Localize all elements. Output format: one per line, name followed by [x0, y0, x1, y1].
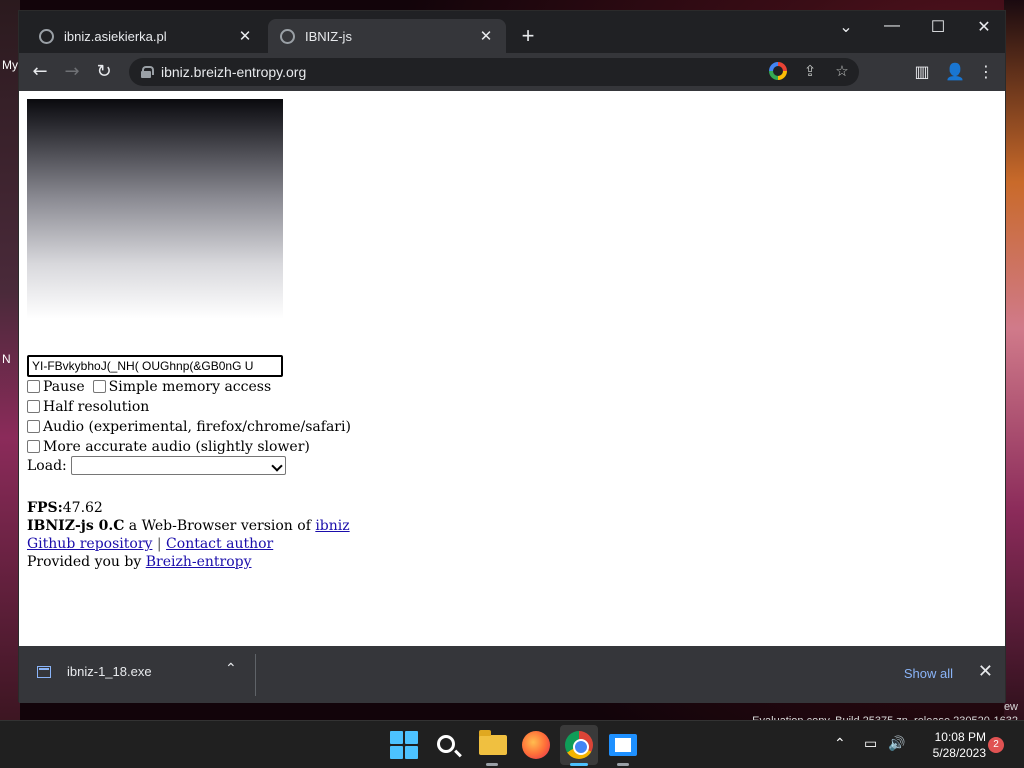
tab-search-icon[interactable]: ⌄	[832, 17, 860, 37]
browser-toolbar: ← → ↻ ibniz.breizh-entropy.org ⇪ ☆ ▥ 👤 ⋮	[19, 53, 1005, 91]
url-text[interactable]: ibniz.breizh-entropy.org	[161, 64, 306, 80]
tab-ibniz-asiekierka[interactable]: ibniz.asiekierka.pl ✕	[27, 19, 265, 53]
profile-icon[interactable]: 👤	[945, 61, 965, 83]
network-icon[interactable]: ▭	[864, 735, 877, 752]
code-input[interactable]: YI-FBvkybhoJ(_NH( OUGhnp(&GB0nG U	[27, 355, 283, 377]
close-icon[interactable]: ✕	[237, 27, 253, 45]
lock-icon[interactable]	[141, 66, 154, 78]
executable-file-icon	[37, 665, 51, 678]
clock[interactable]: 10:08 PM 5/28/2023	[916, 729, 986, 761]
contact-author-link[interactable]: Contact author	[166, 536, 273, 552]
bookmark-star-icon[interactable]: ☆	[833, 62, 851, 82]
notification-badge[interactable]: 2	[988, 737, 1004, 753]
globe-icon	[39, 28, 54, 44]
accurate-audio-checkbox[interactable]	[27, 439, 40, 453]
globe-icon	[280, 28, 295, 44]
desktop-icon-label[interactable]: My	[2, 58, 18, 72]
active-indicator	[570, 763, 588, 766]
title-line: IBNIZ-js 0.C a Web-Browser version of ib…	[27, 518, 350, 534]
tray-overflow-icon[interactable]: ⌃	[834, 735, 846, 752]
simple-memory-label: Simple memory access	[108, 379, 272, 395]
forward-button[interactable]: →	[59, 59, 85, 85]
file-explorer-icon[interactable]	[479, 730, 507, 755]
close-icon[interactable]: ✕	[478, 27, 494, 45]
downloads-bar: ibniz-1_18.exe ⌃ Show all ✕	[19, 646, 1005, 703]
download-filename: ibniz-1_18.exe	[67, 664, 152, 679]
half-resolution-checkbox[interactable]	[27, 399, 40, 413]
options-row-1: Pause Simple memory access	[27, 379, 271, 395]
running-indicator	[617, 763, 629, 766]
running-indicator	[486, 763, 498, 766]
app-title: IBNIZ-js 0.C	[27, 518, 125, 534]
menu-icon[interactable]: ⋮	[977, 61, 995, 83]
toolbar-actions: ▥ 👤 ⋮	[913, 61, 995, 83]
desktop-wallpaper-right	[1004, 0, 1024, 730]
app-subtitle: a Web-Browser version of	[124, 518, 316, 534]
accurate-audio-label: More accurate audio (slightly slower)	[43, 439, 310, 455]
back-button[interactable]: ←	[27, 59, 53, 85]
new-tab-button[interactable]: +	[514, 23, 542, 49]
maximize-button[interactable]: ☐	[924, 17, 952, 37]
tab-ibniz-js[interactable]: IBNIZ-js ✕	[268, 19, 506, 53]
close-window-button[interactable]: ✕	[970, 17, 998, 37]
audio-label: Audio (experimental, firefox/chrome/safa…	[43, 419, 351, 435]
breizh-entropy-link[interactable]: Breizh-entropy	[146, 554, 252, 570]
divider	[255, 654, 256, 696]
reload-button[interactable]: ↻	[91, 59, 117, 85]
app-icon[interactable]	[609, 734, 637, 756]
browser-window: ibniz.asiekierka.pl ✕ IBNIZ-js ✕ + ⌄ — ☐…	[18, 10, 1006, 703]
chrome-icon[interactable]	[565, 731, 593, 759]
options-row-2: Half resolution	[27, 399, 149, 415]
address-bar[interactable]: ibniz.breizh-entropy.org ⇪ ☆	[129, 58, 859, 86]
simple-memory-checkbox[interactable]	[92, 379, 106, 393]
tab-title: IBNIZ-js	[305, 28, 352, 44]
minimize-button[interactable]: —	[878, 17, 906, 35]
page-content: YI-FBvkybhoJ(_NH( OUGhnp(&GB0nG U Pause …	[19, 91, 1005, 646]
ibniz-link[interactable]: ibniz	[315, 518, 349, 534]
audio-checkbox[interactable]	[27, 419, 40, 433]
ibniz-canvas[interactable]	[27, 99, 283, 319]
share-icon[interactable]: ⇪	[801, 62, 819, 82]
search-icon[interactable]	[437, 735, 455, 753]
options-row-3: Audio (experimental, firefox/chrome/safa…	[27, 419, 351, 435]
google-lens-icon[interactable]	[769, 62, 787, 80]
download-item[interactable]: ibniz-1_18.exe	[37, 664, 152, 679]
half-resolution-label: Half resolution	[43, 399, 150, 415]
fps-label: FPS:	[27, 500, 63, 516]
provided-line: Provided you by Breizh-entropy	[27, 554, 252, 570]
tab-title: ibniz.asiekierka.pl	[64, 28, 167, 44]
pause-label: Pause	[43, 379, 85, 395]
load-select[interactable]	[70, 456, 286, 475]
fps-value: 47.62	[62, 500, 103, 516]
show-all-button[interactable]: Show all	[904, 666, 953, 681]
time: 10:08 PM	[934, 730, 986, 744]
close-downloads-button[interactable]: ✕	[978, 661, 993, 682]
start-icon[interactable]	[390, 731, 418, 759]
load-row: Load:	[27, 456, 286, 475]
github-link[interactable]: Github repository	[27, 536, 152, 552]
pause-checkbox[interactable]	[27, 379, 40, 393]
taskbar: ⌃ ▭ 🔊 10:08 PM 5/28/2023 2	[0, 720, 1024, 768]
side-panel-icon[interactable]: ▥	[913, 61, 931, 83]
options-row-4: More accurate audio (slightly slower)	[27, 439, 310, 455]
links-line: Github repository | Contact author	[27, 536, 273, 552]
firefox-icon[interactable]	[522, 731, 550, 759]
omnibox-actions: ⇪ ☆	[769, 62, 851, 82]
link-separator: |	[152, 536, 167, 552]
date: 5/28/2023	[932, 746, 986, 760]
volume-icon[interactable]: 🔊	[888, 735, 905, 752]
chevron-up-icon[interactable]: ⌃	[225, 660, 237, 677]
provided-text: Provided you by	[27, 554, 146, 570]
tab-strip: ibniz.asiekierka.pl ✕ IBNIZ-js ✕ + ⌄ — ☐…	[19, 11, 1005, 53]
fps-line: FPS:47.62	[27, 500, 103, 516]
desktop-icon-label[interactable]: N	[2, 352, 11, 366]
load-label: Load:	[27, 457, 67, 474]
